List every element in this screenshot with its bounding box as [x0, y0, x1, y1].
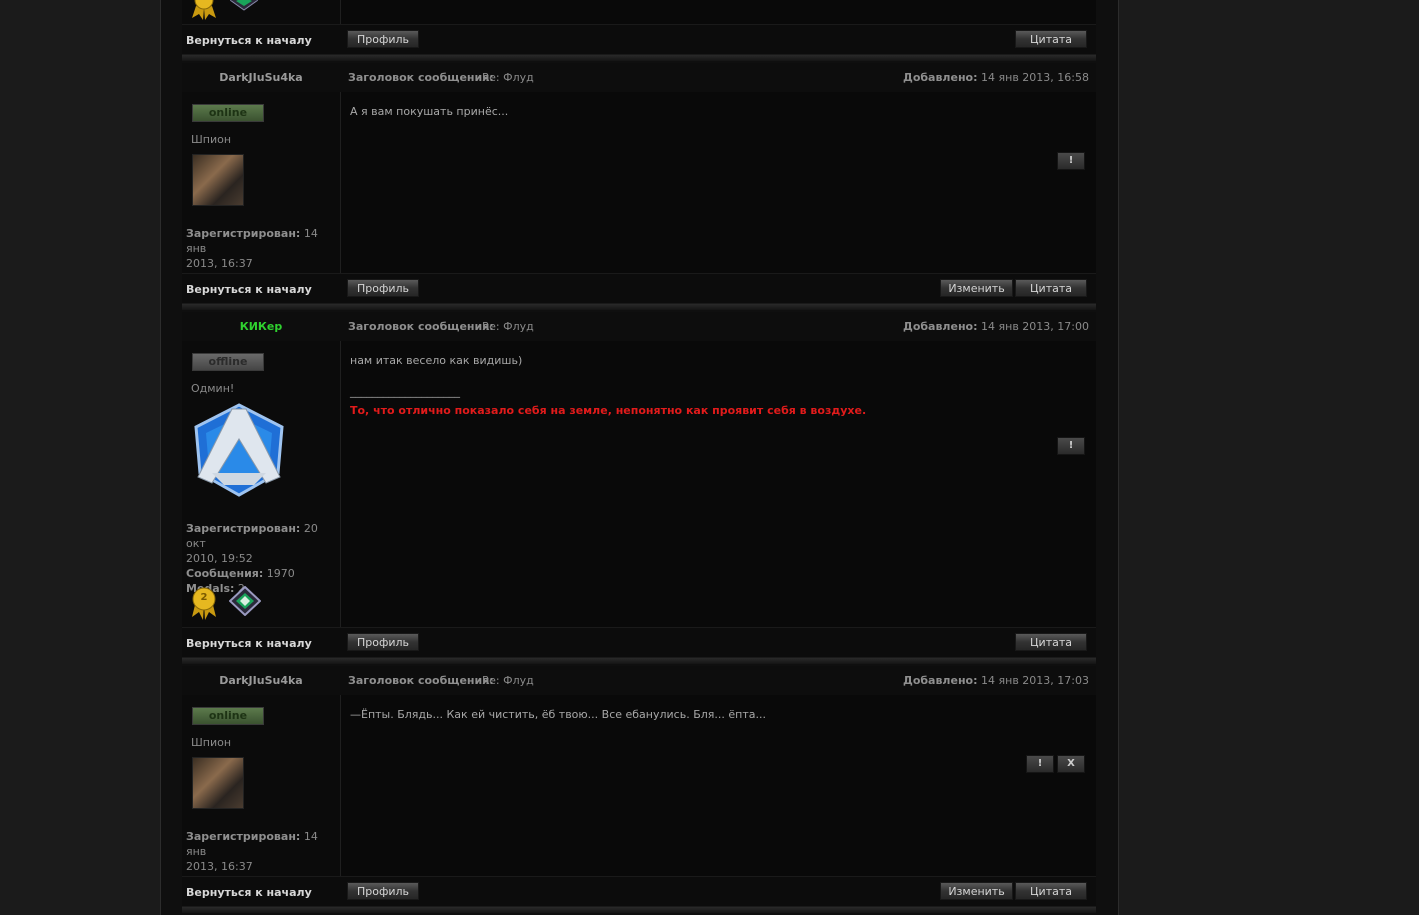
- profile-button[interactable]: Профиль: [347, 30, 419, 48]
- user-rank: Одмин!: [191, 382, 235, 395]
- post-message: —Ёпты. Блядь... Как ей чистить, ёб твою.…: [350, 708, 766, 721]
- edit-button[interactable]: Изменить: [940, 279, 1013, 297]
- back-to-top-link[interactable]: Вернуться к началу: [186, 283, 312, 296]
- avatar: [192, 757, 244, 809]
- registered-label: Зарегистрирован:: [186, 830, 301, 843]
- post-body: А я вам покушать принёс... !: [341, 92, 1096, 273]
- delete-button[interactable]: X: [1057, 755, 1085, 773]
- post-left-partial: [182, 0, 341, 24]
- avatar: [192, 154, 244, 206]
- post-footer: Вернуться к началу Профиль Цитата: [182, 24, 1096, 55]
- user-signature: То, что отлично показало себя на земле, …: [350, 404, 867, 417]
- registered-date-part2: 2013, 16:37: [186, 860, 253, 873]
- online-status-badge: online: [192, 707, 264, 725]
- post-right-partial: [341, 0, 1096, 24]
- profile-button[interactable]: Профиль: [347, 279, 419, 297]
- back-to-top-link[interactable]: Вернуться к началу: [186, 34, 312, 47]
- subject-label: Заголовок сообщения:: [348, 674, 494, 687]
- medal-icon: [192, 0, 216, 20]
- post-footer: Вернуться к началу Профиль Цитата: [182, 627, 1096, 658]
- post-subject: Re: Флуд: [482, 674, 534, 687]
- post-author[interactable]: DarkJIuSu4ka: [182, 71, 340, 84]
- registered-label: Зарегистрирован:: [186, 522, 301, 535]
- post-body: нам итак весело как видишь) ____________…: [341, 341, 1096, 627]
- subject-label: Заголовок сообщения:: [348, 71, 494, 84]
- post-separator: [182, 658, 1096, 664]
- post-date: 14 янв 2013, 16:58: [981, 71, 1089, 84]
- registered-label: Зарегистрирован:: [186, 227, 301, 240]
- added-label: Добавлено:: [903, 674, 978, 687]
- posts-label: Сообщения:: [186, 567, 264, 580]
- post-header: DarkJIuSu4ka Заголовок сообщения: Re: Фл…: [182, 63, 1096, 93]
- registered-date-part2: 2010, 19:52: [186, 552, 253, 565]
- back-to-top-link[interactable]: Вернуться к началу: [186, 886, 312, 899]
- post-subject: Re: Флуд: [482, 320, 534, 333]
- user-rank: Шпион: [191, 133, 232, 146]
- report-button[interactable]: !: [1026, 755, 1054, 773]
- post-message: нам итак весело как видишь): [350, 354, 523, 367]
- offline-status-badge: offline: [192, 353, 264, 371]
- post-profile: online Шпион Зарегистрирован: 14 янв 201…: [182, 695, 341, 888]
- post-date-wrap: Добавлено: 14 янв 2013, 17:00: [903, 320, 1089, 333]
- post-subject: Re: Флуд: [482, 71, 534, 84]
- post-date-wrap: Добавлено: 14 янв 2013, 16:58: [903, 71, 1089, 84]
- post-footer: Вернуться к началу Профиль Изменить Цита…: [182, 273, 1096, 304]
- report-button[interactable]: !: [1057, 152, 1085, 170]
- subject-label: Заголовок сообщения:: [348, 320, 494, 333]
- post-header: КИКер Заголовок сообщения: Re: Флуд Доба…: [182, 312, 1096, 342]
- post-separator: [182, 55, 1096, 61]
- post-separator: [182, 304, 1096, 310]
- diamond-medal-icon: [229, 586, 261, 616]
- post-author[interactable]: DarkJIuSu4ka: [182, 674, 340, 687]
- profile-button[interactable]: Профиль: [347, 633, 419, 651]
- report-button[interactable]: !: [1057, 437, 1085, 455]
- post-count: 1970: [266, 567, 295, 580]
- medal-icon: 2: [190, 587, 218, 621]
- quote-button[interactable]: Цитата: [1015, 633, 1087, 651]
- edit-button[interactable]: Изменить: [940, 882, 1013, 900]
- quote-button[interactable]: Цитата: [1015, 30, 1087, 48]
- post-author[interactable]: КИКер: [182, 320, 340, 333]
- user-info: Зарегистрирован: 20 окт 2010, 19:52 Сооб…: [186, 521, 336, 596]
- post-footer: Вернуться к началу Профиль Изменить Цита…: [182, 876, 1096, 907]
- avatar-logo: [194, 403, 284, 497]
- post-separator: [182, 907, 1096, 913]
- signature-rule: ____________________: [350, 385, 460, 398]
- post-date-wrap: Добавлено: 14 янв 2013, 17:03: [903, 674, 1089, 687]
- added-label: Добавлено:: [903, 71, 978, 84]
- post-profile: online Шпион Зарегистрирован: 14 янв 201…: [182, 92, 341, 285]
- post-body: —Ёпты. Блядь... Как ей чистить, ёб твою.…: [341, 695, 1096, 876]
- post-date: 14 янв 2013, 17:00: [981, 320, 1089, 333]
- topic-posts: Вернуться к началу Профиль Цитата DarkJI…: [182, 0, 1096, 915]
- user-rank: Шпион: [191, 736, 232, 749]
- post-date: 14 янв 2013, 17:03: [981, 674, 1089, 687]
- registered-date-part2: 2013, 16:37: [186, 257, 253, 270]
- diamond-medal-icon: [230, 0, 258, 11]
- back-to-top-link[interactable]: Вернуться к началу: [186, 637, 312, 650]
- post-header: DarkJIuSu4ka Заголовок сообщения: Re: Фл…: [182, 666, 1096, 696]
- profile-button[interactable]: Профиль: [347, 882, 419, 900]
- added-label: Добавлено:: [903, 320, 978, 333]
- quote-button[interactable]: Цитата: [1015, 279, 1087, 297]
- post-message: А я вам покушать принёс...: [350, 105, 509, 118]
- medal-badge-number: 2: [200, 592, 208, 603]
- post-profile: offline Одмин! Зарегистрирован: 20 окт 2…: [182, 341, 341, 627]
- quote-button[interactable]: Цитата: [1015, 882, 1087, 900]
- online-status-badge: online: [192, 104, 264, 122]
